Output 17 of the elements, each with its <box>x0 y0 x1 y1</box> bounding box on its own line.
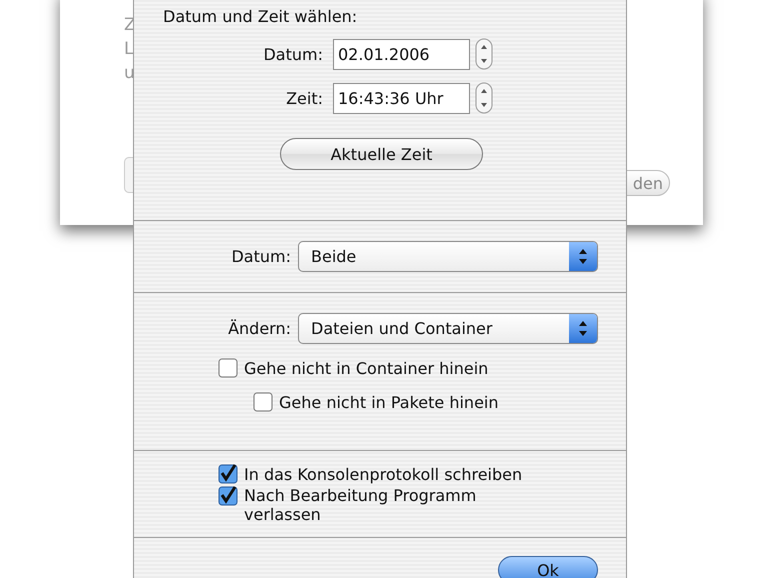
field-label: Datum: <box>262 44 323 64</box>
checkbox-label: Gehe nicht in Pakete hinein <box>279 392 498 412</box>
checkbox-label: Gehe nicht in Container hinein <box>244 358 488 378</box>
section-heading: Datum und Zeit wählen: <box>163 6 358 28</box>
popup-label: Datum: <box>230 247 291 266</box>
current-time-button[interactable]: Aktuelle Zeit <box>280 138 483 170</box>
paragraph-fragment: L <box>124 38 134 61</box>
popup-menu[interactable]: Beide <box>298 241 598 272</box>
input-field[interactable]: 02.01.2006 <box>333 38 470 70</box>
ok-button[interactable]: Ok <box>498 556 598 578</box>
input-field[interactable]: 16:43:36 Uhr <box>333 82 470 114</box>
checkbox-label: In das Konsolenprotokoll schreiben <box>244 464 522 486</box>
popup-menu[interactable]: Dateien und Container <box>298 313 598 344</box>
paragraph-fragment: u <box>124 62 136 85</box>
field-label: Zeit: <box>285 88 323 108</box>
checkbox-label: Nach Bearbeitung Programm verlassen <box>244 486 478 524</box>
popup-label: Ändern: <box>227 319 291 338</box>
